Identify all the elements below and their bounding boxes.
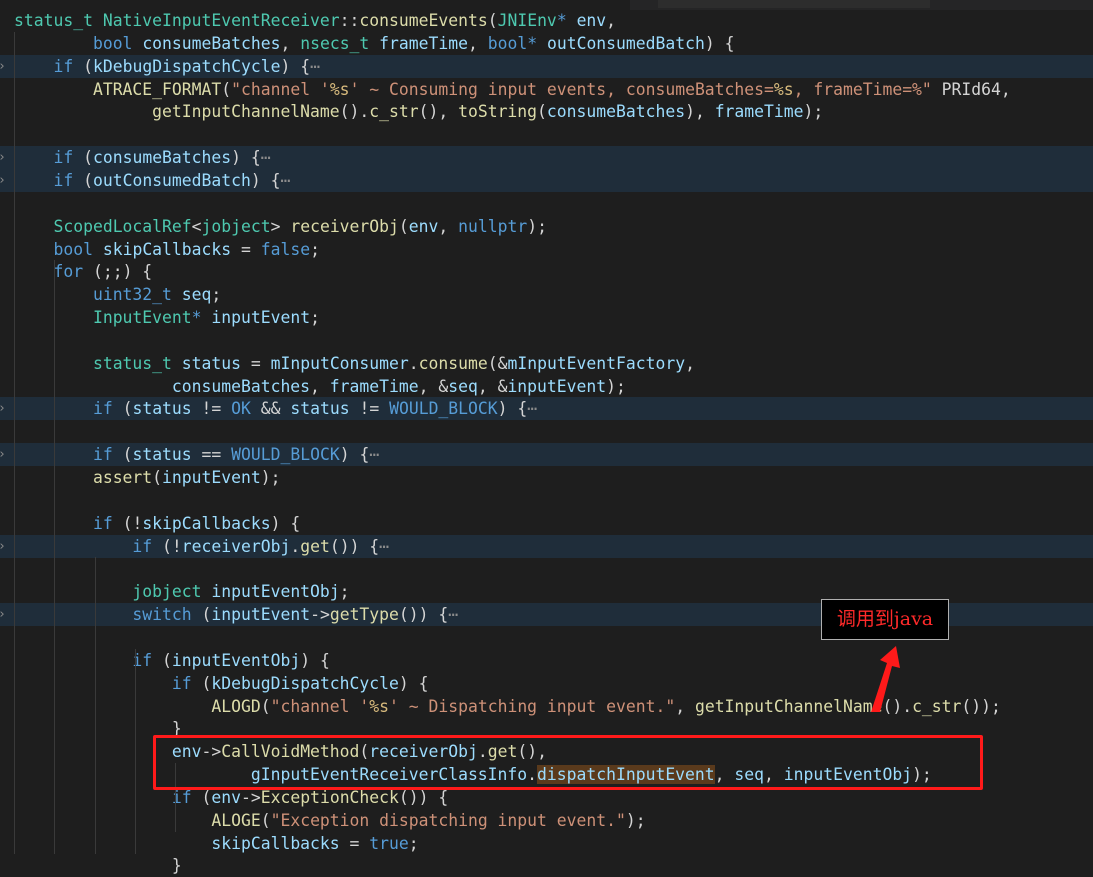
callout-label: 调用到java xyxy=(821,599,949,640)
callout-arrow xyxy=(871,646,900,712)
